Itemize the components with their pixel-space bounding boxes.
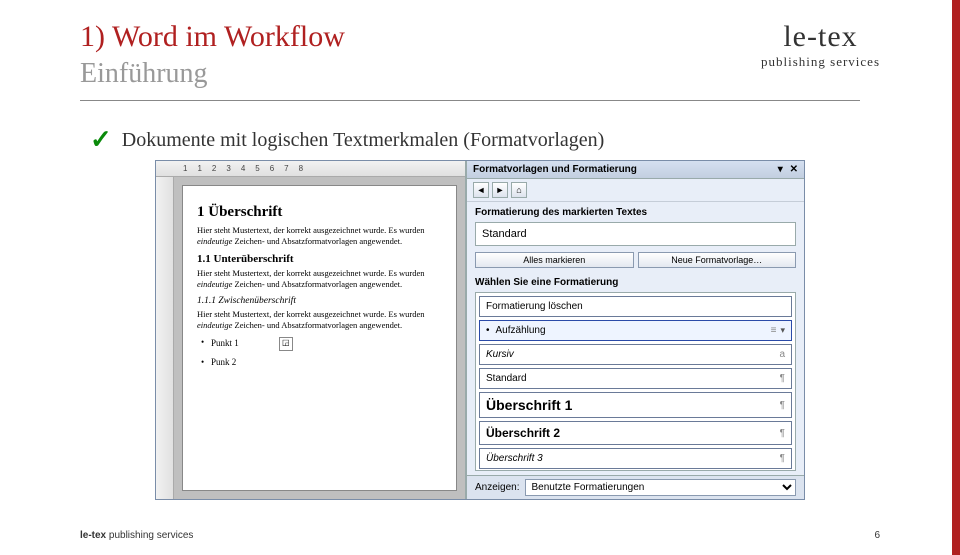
- logo-main: le-tex: [761, 20, 880, 54]
- check-icon: ✓: [90, 125, 112, 155]
- show-label: Anzeigen:: [475, 482, 519, 493]
- task-pane-toolbar: ◄ ► ⌂: [467, 179, 804, 202]
- chevron-down-icon[interactable]: ▾: [780, 325, 785, 336]
- pilcrow-icon: ¶: [780, 428, 785, 439]
- style-item-ueberschrift-3[interactable]: Überschrift 3 ¶: [479, 448, 792, 469]
- ruler-tick: 2: [212, 164, 216, 173]
- section-current-label: Formatierung des markierten Textes: [467, 202, 804, 220]
- char-mark-icon: a: [779, 349, 785, 360]
- style-item-standard[interactable]: Standard ¶: [479, 368, 792, 389]
- slide-header: 1) Word im Workflow Einführung: [80, 20, 860, 101]
- forward-icon[interactable]: ►: [492, 182, 508, 198]
- doc-bullet-1[interactable]: Punkt 1◲: [211, 337, 442, 351]
- slide-title: 1) Word im Workflow: [80, 20, 860, 54]
- ruler-tick: 6: [270, 164, 274, 173]
- bullet-text: Dokumente mit logischen Textmerkmalen (F…: [122, 129, 605, 152]
- show-select[interactable]: Benutzte Formatierungen: [525, 479, 796, 496]
- doc-heading-3[interactable]: 1.1.1 Zwischenüberschrift: [197, 296, 442, 306]
- doc-para-1[interactable]: Hier steht Mustertext, der korrekt ausge…: [197, 225, 442, 247]
- word-screenshot: 1 1 2 3 4 5 6 7 8 1 Überschrift Hier ste…: [155, 160, 805, 500]
- back-icon[interactable]: ◄: [473, 182, 489, 198]
- bullet-row: ✓ Dokumente mit logischen Textmerkmalen …: [90, 125, 604, 155]
- accent-bar: [952, 0, 960, 555]
- ruler-tick: 5: [255, 164, 259, 173]
- footer-brand: le-tex: [80, 530, 106, 541]
- logo: le-tex publishing services: [761, 20, 880, 70]
- select-all-button[interactable]: Alles markieren: [475, 252, 634, 268]
- section-pick-label: Wählen Sie eine Formatierung: [467, 272, 804, 290]
- footer-rest: publishing services: [106, 530, 193, 541]
- task-pane-title: Formatvorlagen und Formatierung: [473, 164, 637, 175]
- image-placeholder-icon[interactable]: ◲: [279, 337, 293, 351]
- style-item-ueberschrift-1[interactable]: Überschrift 1 ¶: [479, 392, 792, 418]
- logo-sub: publishing services: [761, 54, 880, 70]
- slide-subtitle: Einführung: [80, 58, 860, 90]
- styles-task-pane: Formatvorlagen und Formatierung ▾ ✕ ◄ ► …: [466, 161, 804, 499]
- pilcrow-icon: ¶: [780, 373, 785, 384]
- bullet-icon: •: [486, 325, 490, 336]
- slide-footer: le-tex publishing services: [80, 530, 193, 541]
- ruler-tick: 8: [299, 164, 303, 173]
- close-icon[interactable]: ✕: [790, 164, 798, 175]
- style-item-aufzaehlung[interactable]: • Aufzählung ≡ ▾: [479, 320, 792, 341]
- list-mark-icon: ≡: [771, 325, 777, 336]
- new-style-button[interactable]: Neue Formatvorlage…: [638, 252, 797, 268]
- pilcrow-icon: ¶: [780, 453, 785, 464]
- current-style-box[interactable]: Standard: [475, 222, 796, 246]
- doc-heading-2[interactable]: 1.1 Unterüberschrift: [197, 253, 442, 265]
- dropdown-icon[interactable]: ▾: [778, 164, 783, 175]
- ruler-tick: 3: [226, 164, 230, 173]
- page-number: 6: [874, 530, 880, 541]
- doc-para-3[interactable]: Hier steht Mustertext, der korrekt ausge…: [197, 309, 442, 331]
- ruler-tick: 1: [197, 164, 201, 173]
- doc-para-2[interactable]: Hier steht Mustertext, der korrekt ausge…: [197, 268, 442, 290]
- task-pane-footer: Anzeigen: Benutzte Formatierungen: [467, 475, 804, 499]
- style-item-ueberschrift-2[interactable]: Überschrift 2 ¶: [479, 421, 792, 445]
- page-wrap: 1 Überschrift Hier steht Mustertext, der…: [174, 177, 465, 499]
- pilcrow-icon: ¶: [780, 400, 785, 411]
- vertical-ruler[interactable]: [156, 177, 174, 499]
- horizontal-ruler[interactable]: 1 1 2 3 4 5 6 7 8: [156, 161, 465, 177]
- style-item-kursiv[interactable]: Kursiv a: [479, 344, 792, 365]
- style-list[interactable]: Formatierung löschen • Aufzählung ≡ ▾ Ku…: [475, 292, 796, 471]
- style-item-clear[interactable]: Formatierung löschen: [479, 296, 792, 317]
- doc-bullet-2[interactable]: Punk 2: [211, 357, 442, 367]
- title-underline: [80, 100, 860, 101]
- doc-heading-1[interactable]: 1 Überschrift: [197, 204, 442, 221]
- page[interactable]: 1 Überschrift Hier steht Mustertext, der…: [182, 185, 457, 491]
- document-pane: 1 1 2 3 4 5 6 7 8 1 Überschrift Hier ste…: [156, 161, 466, 499]
- ruler-tick: 1: [183, 164, 187, 173]
- ruler-tick: 7: [284, 164, 288, 173]
- task-pane-header: Formatvorlagen und Formatierung ▾ ✕: [467, 161, 804, 179]
- home-icon[interactable]: ⌂: [511, 182, 527, 198]
- ruler-tick: 4: [241, 164, 245, 173]
- doc-body: 1 Überschrift Hier steht Mustertext, der…: [156, 177, 465, 499]
